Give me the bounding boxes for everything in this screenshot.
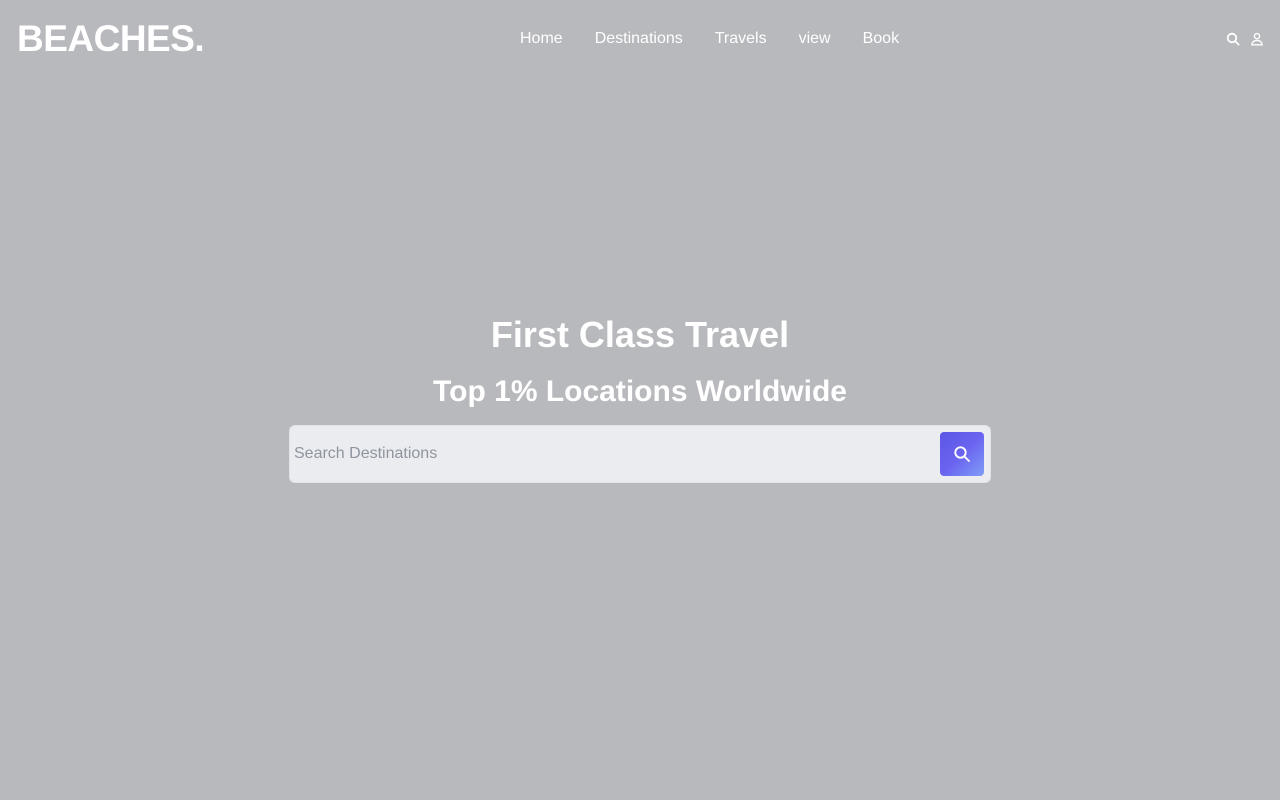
hero-section: First Class Travel Top 1% Locations Worl… (0, 300, 1280, 414)
search-destinations-input[interactable] (294, 434, 914, 474)
top-navbar: BEACHES. Home Destinations Travels view … (0, 0, 1280, 80)
nav-item-book[interactable]: Book (847, 29, 915, 49)
search-icon[interactable] (1226, 31, 1240, 47)
search-submit-button[interactable] (940, 432, 984, 476)
nav-item-travels[interactable]: Travels (699, 29, 783, 49)
search-bar (290, 426, 990, 482)
user-icon[interactable] (1250, 31, 1264, 47)
site-logo[interactable]: BEACHES. (17, 18, 205, 60)
nav-item-destinations[interactable]: Destinations (579, 29, 699, 49)
search-icon (954, 446, 970, 462)
nav-item-home[interactable]: Home (504, 29, 579, 49)
main-nav: Home Destinations Travels view Book (504, 29, 915, 49)
header-icons (1226, 31, 1264, 47)
nav-item-view[interactable]: view (783, 29, 847, 49)
hero-subtitle: Top 1% Locations Worldwide (433, 375, 847, 408)
hero-title: First Class Travel (490, 314, 790, 355)
